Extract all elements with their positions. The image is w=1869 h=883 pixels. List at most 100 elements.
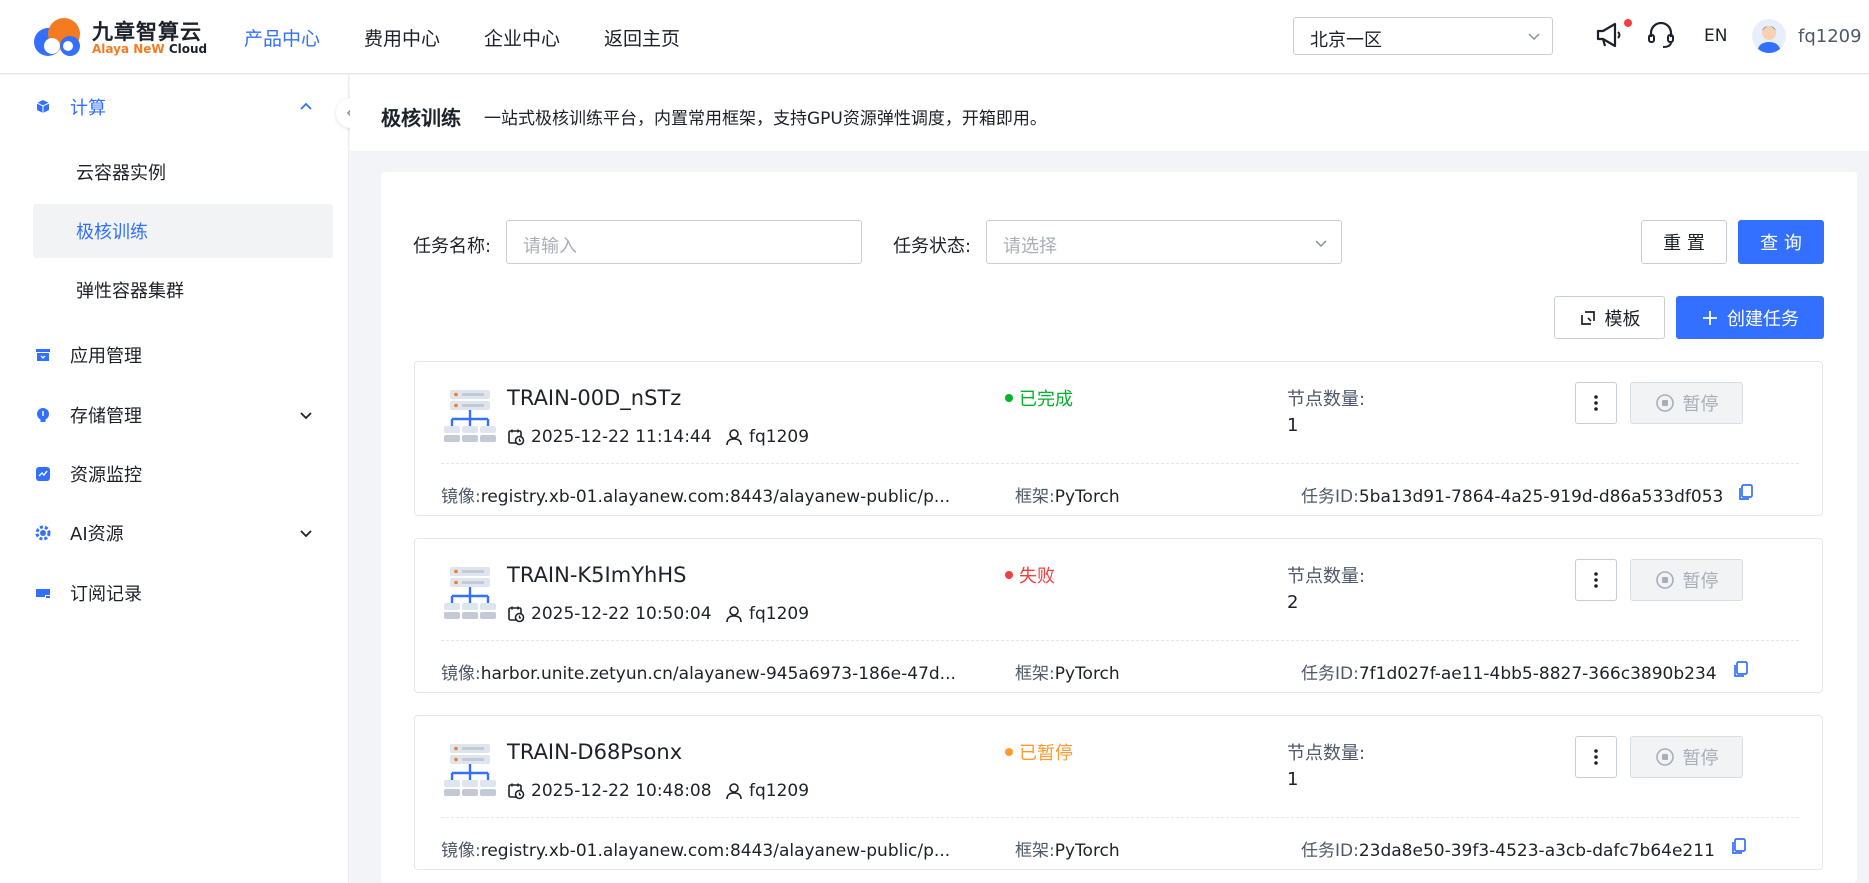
training-server-icon	[444, 744, 496, 796]
page-title: 极核训练	[381, 106, 461, 130]
ai-gear-icon	[35, 525, 51, 541]
framework-value: PyTorch	[1054, 664, 1120, 684]
plus-icon	[1703, 310, 1717, 325]
task-id-label: 任务ID:	[1301, 841, 1359, 861]
node-count-label: 节点数量:	[1287, 743, 1366, 764]
more-actions-button[interactable]	[1575, 559, 1617, 601]
bulb-icon	[37, 408, 49, 422]
status-badge: 失败	[1005, 562, 1055, 588]
sidebar-group-ai-resources-label: AI资源	[70, 524, 124, 545]
task-status-select[interactable]: 请选择	[986, 220, 1342, 264]
framework-label: 框架:	[1015, 841, 1055, 861]
sidebar-group-monitoring-label: 资源监控	[70, 465, 142, 486]
task-id-value: 5ba13d91-7864-4a25-919d-d86a533df053	[1358, 487, 1724, 507]
headset-icon[interactable]	[1646, 20, 1676, 50]
status-text: 已完成	[1019, 389, 1073, 410]
language-switch[interactable]: EN	[1704, 26, 1727, 46]
chevron-down-icon	[300, 530, 312, 538]
page-description: 一站式极核训练平台，内置常用框架，支持GPU资源弹性调度，开箱即用。	[484, 109, 1047, 129]
framework-value: PyTorch	[1054, 487, 1120, 507]
task-created-time-value: 2025-12-22 11:14:44	[531, 427, 712, 447]
monitor-icon	[36, 467, 50, 481]
pause-button[interactable]: 暂停	[1630, 736, 1743, 778]
sidebar-group-subscriptions-label: 订阅记录	[70, 584, 142, 605]
task-id-label: 任务ID:	[1301, 664, 1359, 684]
task-created-time: 2025-12-22 11:14:44	[507, 427, 712, 447]
task-owner-value: fq1209	[749, 427, 810, 447]
status-dot	[1005, 748, 1013, 756]
nav-enterprise-center[interactable]: 企业中心	[484, 24, 560, 51]
framework-label: 框架:	[1015, 487, 1055, 507]
pause-button[interactable]: 暂停	[1630, 559, 1743, 601]
copy-icon[interactable]	[1730, 837, 1748, 855]
template-button[interactable]: 模板	[1554, 296, 1665, 339]
status-dot	[1005, 571, 1013, 579]
task-id: 任务ID:5ba13d91-7864-4a25-919d-d86a533df05…	[1301, 482, 1723, 507]
sidebar-group-compute[interactable]: 计算	[34, 87, 324, 127]
page-header: 极核训练 一站式极核训练平台，内置常用框架，支持GPU资源弹性调度，开箱即用。	[350, 75, 1869, 151]
task-name[interactable]: TRAIN-00D_nSTz	[507, 386, 681, 410]
task-card[interactable]: TRAIN-D68Psonx 2025-12-22 10:48:08 fq120…	[414, 715, 1823, 870]
calendar-clock-icon	[508, 429, 525, 446]
sidebar-item-container-instance[interactable]: 云容器实例	[33, 145, 333, 199]
calendar-clock-icon	[508, 783, 525, 800]
task-name[interactable]: TRAIN-D68Psonx	[507, 740, 682, 764]
status-badge: 已完成	[1005, 385, 1073, 411]
app-box-icon	[36, 349, 50, 361]
task-status-label: 任务状态:	[893, 236, 972, 257]
sidebar-item-elastic-cluster[interactable]: 弹性容器集群	[33, 263, 333, 317]
framework-label: 框架:	[1015, 664, 1055, 684]
more-vertical-icon	[1594, 749, 1598, 765]
task-framework: 框架:PyTorch	[1015, 482, 1120, 507]
task-name[interactable]: TRAIN-K5ImYhHS	[507, 563, 686, 587]
sidebar-group-storage-mgmt[interactable]: 存储管理	[34, 395, 324, 435]
task-created-time: 2025-12-22 10:50:04	[507, 604, 712, 624]
template-button-label: 模板	[1604, 308, 1641, 330]
pause-circle-icon	[1655, 571, 1674, 589]
task-card[interactable]: TRAIN-K5ImYhHS 2025-12-22 10:50:04 fq120…	[414, 538, 1823, 693]
top-header: 九章智算云 Alaya NeW Cloud 产品中心 费用中心 企业中心 返回主…	[0, 0, 1869, 74]
template-icon	[1580, 310, 1595, 325]
copy-icon[interactable]	[1737, 483, 1755, 501]
user-icon	[726, 429, 742, 446]
logo-text-en: Alaya NeW Cloud	[92, 42, 207, 56]
copy-icon[interactable]	[1732, 660, 1750, 678]
sidebar-item-training[interactable]: 极核训练	[33, 204, 333, 258]
user-icon	[726, 606, 742, 623]
reset-button[interactable]: 重 置	[1641, 220, 1727, 264]
sidebar-group-subscriptions[interactable]: 订阅记录	[34, 573, 324, 613]
pause-button[interactable]: 暂停	[1630, 382, 1743, 424]
create-task-button[interactable]: 创建任务	[1676, 296, 1824, 339]
task-created-time: 2025-12-22 10:48:08	[507, 781, 712, 801]
logo[interactable]: 九章智算云 Alaya NeW Cloud	[30, 14, 210, 60]
notification-dot	[1624, 19, 1632, 27]
image-label: 镜像:	[441, 664, 481, 684]
megaphone-icon[interactable]	[1594, 20, 1624, 50]
region-select[interactable]: 北京一区	[1293, 17, 1553, 55]
chevron-down-icon	[1315, 240, 1327, 248]
task-card[interactable]: TRAIN-00D_nSTz 2025-12-22 11:14:44 fq120…	[414, 361, 1823, 516]
task-framework: 框架:PyTorch	[1015, 659, 1120, 684]
sidebar-group-monitoring[interactable]: 资源监控	[34, 454, 324, 494]
nav-back-home[interactable]: 返回主页	[604, 24, 680, 51]
more-actions-button[interactable]	[1575, 382, 1617, 424]
username[interactable]: fq1209	[1798, 26, 1862, 47]
task-created-time-value: 2025-12-22 10:50:04	[531, 604, 712, 624]
status-text: 已暂停	[1019, 743, 1073, 764]
calendar-clock-icon	[508, 606, 525, 623]
sidebar-group-ai-resources[interactable]: AI资源	[34, 513, 324, 553]
task-name-input[interactable]: 请输入	[506, 220, 862, 264]
sidebar-group-storage-mgmt-label: 存储管理	[70, 406, 142, 427]
node-count-label: 节点数量:	[1287, 389, 1366, 410]
card-icon	[36, 589, 50, 598]
query-button[interactable]: 查 询	[1738, 220, 1824, 264]
image-label: 镜像:	[441, 841, 481, 861]
task-image: 镜像:registry.xb-01.alayanew.com:8443/alay…	[441, 836, 950, 861]
more-actions-button[interactable]	[1575, 736, 1617, 778]
avatar[interactable]	[1752, 19, 1786, 53]
node-count-value: 2	[1287, 592, 1299, 613]
nav-product-center[interactable]: 产品中心	[244, 24, 320, 51]
image-value: registry.xb-01.alayanew.com:8443/alayane…	[480, 841, 951, 861]
nav-billing-center[interactable]: 费用中心	[364, 24, 440, 51]
sidebar-group-app-mgmt[interactable]: 应用管理	[34, 335, 324, 375]
